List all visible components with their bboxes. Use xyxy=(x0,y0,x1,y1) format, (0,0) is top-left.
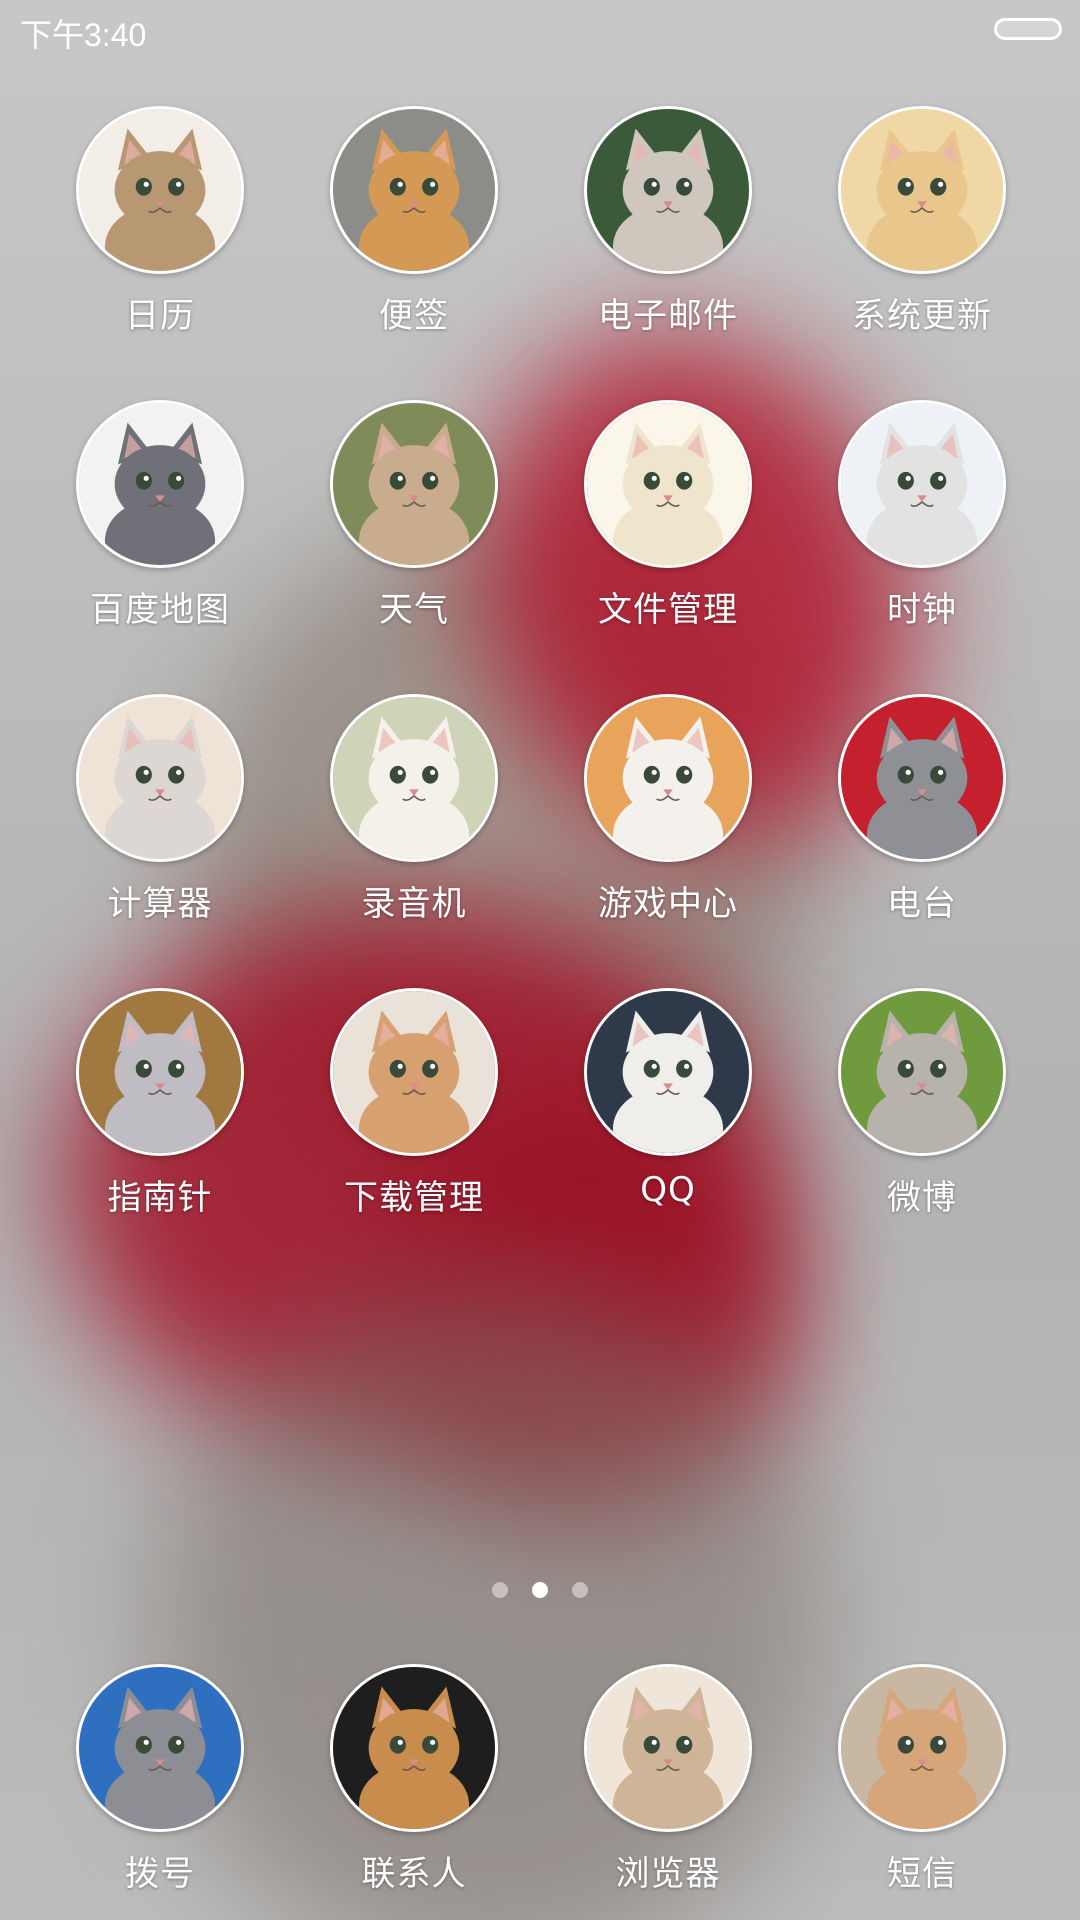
tan-kitten-icon xyxy=(333,403,495,565)
app-label: 指南针 xyxy=(107,1178,213,1218)
grey-kitten-blue-blanket-icon xyxy=(79,1667,241,1829)
app-label: 系统更新 xyxy=(852,296,992,336)
app-icon[interactable] xyxy=(76,1664,244,1832)
app-icon[interactable] xyxy=(838,988,1006,1156)
app-dock-2[interactable]: 浏览器 xyxy=(541,1664,795,1895)
app-label: 时钟 xyxy=(887,590,957,630)
app-dock-3[interactable]: 短信 xyxy=(795,1664,1049,1895)
app-label: 计算器 xyxy=(107,884,213,924)
app-icon[interactable] xyxy=(584,1664,752,1832)
app-label: 电台 xyxy=(887,884,957,924)
app-icon[interactable] xyxy=(584,106,752,274)
app-icon[interactable] xyxy=(838,400,1006,568)
app-icon[interactable] xyxy=(330,106,498,274)
white-kitten-toy-icon xyxy=(79,697,241,859)
white-kitten-red-cape-icon xyxy=(841,403,1003,565)
app-apps-1[interactable]: 便签 xyxy=(287,106,541,337)
app-label: 下载管理 xyxy=(344,1178,484,1218)
black-white-kitten-icon xyxy=(587,697,749,859)
app-icon[interactable] xyxy=(330,988,498,1156)
app-label: 文件管理 xyxy=(598,590,738,630)
mustache-kitten-icon xyxy=(587,403,749,565)
app-apps-12[interactable]: 指南针 xyxy=(33,988,287,1219)
app-apps-2[interactable]: 电子邮件 xyxy=(541,106,795,337)
app-dock-0[interactable]: 拨号 xyxy=(33,1664,287,1895)
app-apps-7[interactable]: 时钟 xyxy=(795,400,1049,631)
kitten-straw-hat-icon xyxy=(333,991,495,1153)
app-label: QQ xyxy=(640,1170,696,1210)
page-indicator xyxy=(0,1582,1080,1598)
page-dot[interactable] xyxy=(492,1582,508,1598)
app-label: 录音机 xyxy=(361,884,467,924)
app-apps-10[interactable]: 游戏中心 xyxy=(541,694,795,925)
grey-kitten-icon xyxy=(79,403,241,565)
ginger-kitten-icon xyxy=(841,1667,1003,1829)
app-icon[interactable] xyxy=(838,1664,1006,1832)
app-icon[interactable] xyxy=(76,988,244,1156)
calico-kitten-icon xyxy=(79,109,241,271)
app-label: 联系人 xyxy=(361,1854,467,1894)
tabby-kitten-closeup-icon xyxy=(587,1667,749,1829)
app-label: 百度地图 xyxy=(90,590,230,630)
white-persian-kitten-icon xyxy=(333,697,495,859)
app-label: 拨号 xyxy=(125,1854,195,1894)
app-apps-0[interactable]: 日历 xyxy=(33,106,287,337)
app-apps-6[interactable]: 文件管理 xyxy=(541,400,795,631)
app-label: 便签 xyxy=(379,296,449,336)
tabby-kitten-red-hood-icon xyxy=(841,697,1003,859)
app-icon[interactable] xyxy=(76,106,244,274)
app-apps-11[interactable]: 电台 xyxy=(795,694,1049,925)
app-label: 短信 xyxy=(887,1854,957,1894)
app-apps-3[interactable]: 系统更新 xyxy=(795,106,1049,337)
status-bar-time: 下午3:40 xyxy=(20,17,147,53)
bengal-kitten-black-hat-icon xyxy=(333,1667,495,1829)
app-icon[interactable] xyxy=(330,400,498,568)
kitten-in-basket-icon xyxy=(79,991,241,1153)
app-label: 天气 xyxy=(379,590,449,630)
app-icon[interactable] xyxy=(584,694,752,862)
app-label: 浏览器 xyxy=(615,1854,721,1894)
page-dot-active[interactable] xyxy=(532,1582,548,1598)
app-apps-14[interactable]: QQ xyxy=(541,988,795,1210)
app-dock-1[interactable]: 联系人 xyxy=(287,1664,541,1895)
app-icon[interactable] xyxy=(838,694,1006,862)
app-label: 日历 xyxy=(125,296,195,336)
cream-kitten-basket-icon xyxy=(841,109,1003,271)
app-icon[interactable] xyxy=(584,988,752,1156)
app-icon[interactable] xyxy=(838,106,1006,274)
app-label: 电子邮件 xyxy=(598,296,738,336)
grey-kitten-icon xyxy=(587,109,749,271)
app-icon[interactable] xyxy=(76,694,244,862)
app-icon[interactable] xyxy=(76,400,244,568)
app-apps-9[interactable]: 录音机 xyxy=(287,694,541,925)
app-label: 微博 xyxy=(887,1178,957,1218)
app-apps-4[interactable]: 百度地图 xyxy=(33,400,287,631)
upside-down-kitten-ball-icon xyxy=(587,991,749,1153)
page-dot[interactable] xyxy=(572,1582,588,1598)
app-apps-15[interactable]: 微博 xyxy=(795,988,1049,1219)
app-apps-5[interactable]: 天气 xyxy=(287,400,541,631)
orange-kitten-car-icon xyxy=(333,109,495,271)
app-icon[interactable] xyxy=(330,1664,498,1832)
battery-icon xyxy=(994,18,1062,40)
app-icon[interactable] xyxy=(330,694,498,862)
app-icon[interactable] xyxy=(584,400,752,568)
app-apps-8[interactable]: 计算器 xyxy=(33,694,287,925)
app-apps-13[interactable]: 下载管理 xyxy=(287,988,541,1219)
kitten-on-grass-icon xyxy=(841,991,1003,1153)
app-label: 游戏中心 xyxy=(598,884,738,924)
